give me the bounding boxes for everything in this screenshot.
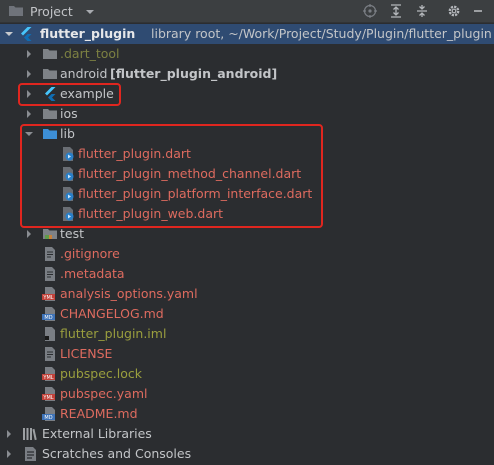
project-tree: flutter_plugin library root, ~/Work/Proj… [0,22,494,461]
yaml-file-icon: YML [42,386,58,402]
folder-icon [42,46,58,62]
tree-item-label: External Libraries [42,426,152,441]
tree-item[interactable]: android [flutter_plugin_android] [0,64,494,84]
tree-item[interactable]: MD CHANGELOG.md [0,304,494,324]
chevron-down-icon[interactable] [2,26,16,42]
tree-item-label: LICENSE [60,346,113,361]
tree-item[interactable]: .metadata [0,264,494,284]
folder-icon [42,106,58,122]
tree-item-label: README.md [60,406,138,421]
example-highlight-box [18,83,121,106]
tree-item[interactable]: MD README.md [0,404,494,424]
chevron-down-icon [85,6,95,16]
tree-item-label: pubspec.yaml [60,386,148,401]
lib-highlight-box [20,124,323,228]
svg-text:YML: YML [42,295,53,301]
project-view-title: Project [30,3,73,19]
tree-item-label: android [60,66,108,81]
tree-item[interactable]: flutter_plugin.iml [0,324,494,344]
text-file-icon [42,346,58,362]
tree-item-label: CHANGELOG.md [60,306,164,321]
iml-file-icon [42,326,58,342]
tree-item[interactable]: YML analysis_options.yaml [0,284,494,304]
chevron-right-icon[interactable] [22,46,36,62]
svg-text:YML: YML [42,375,53,381]
tree-item-label: .metadata [60,266,125,281]
tree-item-label: analysis_options.yaml [60,286,198,301]
text-file-icon [42,266,58,282]
tree-item[interactable]: LICENSE [0,344,494,364]
flutter-icon [18,26,34,42]
minimize-icon[interactable] [470,3,486,19]
folder-icon [8,3,24,19]
folder-icon [42,66,58,82]
tree-item-label: .dart_tool [60,46,120,61]
tree-item-label: Scratches and Consoles [42,446,192,461]
scratches-icon [22,446,38,462]
target-icon[interactable] [362,3,378,19]
libraries-icon [22,426,38,442]
tree-item-label: ios [60,106,78,121]
tree-item[interactable]: .dart_tool [0,44,494,64]
tree-item[interactable]: YML pubspec.yaml [0,384,494,404]
svg-text:MD: MD [44,315,52,321]
tree-item-label: .gitignore [60,246,120,261]
project-tool-window-header: Project [0,0,494,23]
tree-item[interactable]: .gitignore [0,244,494,264]
text-file-icon [42,246,58,262]
tree-item[interactable]: External Libraries [0,424,494,444]
yaml-file-icon: YML [42,286,58,302]
tree-item[interactable]: Scratches and Consoles [0,444,494,464]
project-view-selector[interactable]: Project [8,0,95,22]
tree-item[interactable]: ios [0,104,494,124]
expand-all-icon[interactable] [388,3,404,19]
chevron-right-icon[interactable] [22,66,36,82]
tree-item-label: pubspec.lock [60,366,143,381]
chevron-right-icon[interactable] [2,426,16,442]
gear-icon[interactable] [446,3,462,19]
collapse-all-icon[interactable] [414,3,430,19]
root-module-name: flutter_plugin [40,26,136,41]
module-name-suffix: [flutter_plugin_android] [110,66,278,81]
tree-root-row[interactable]: flutter_plugin library root, ~/Work/Proj… [0,24,494,44]
tree-item[interactable]: YML pubspec.lock [0,364,494,384]
chevron-right-icon[interactable] [2,446,16,462]
chevron-right-icon[interactable] [22,226,36,242]
tree-item-label: flutter_plugin.iml [60,326,167,341]
yaml-file-icon: YML [42,366,58,382]
svg-text:MD: MD [44,415,52,421]
markdown-file-icon: MD [42,406,58,422]
test-folder-icon [42,226,58,242]
svg-text:YML: YML [42,395,53,401]
root-module-path: library root, ~/Work/Project/Study/Plugi… [151,26,492,41]
markdown-file-icon: MD [42,306,58,322]
chevron-right-icon[interactable] [22,106,36,122]
